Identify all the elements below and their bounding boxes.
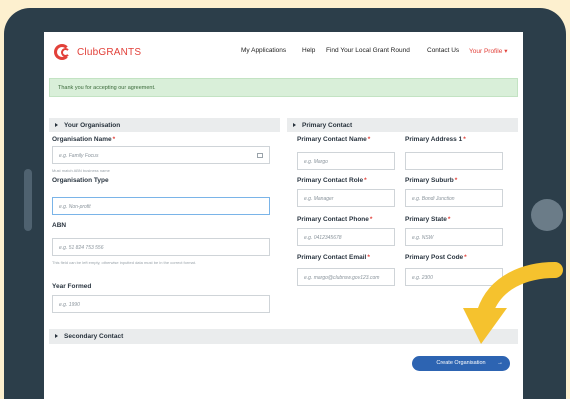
year-formed-input[interactable]: e.g. 1990 (52, 295, 270, 313)
nav-my-applications[interactable]: My Applications (241, 47, 286, 54)
primary-suburb-label: Primary Suburb* (405, 177, 458, 184)
primary-address-input[interactable] (405, 152, 503, 170)
organisation-name-input[interactable]: e.g. Family Focus (52, 146, 270, 164)
abn-help: This field can be left empty, otherwise … (52, 260, 196, 265)
clubgrants-logo[interactable]: ClubGRANTS (54, 44, 141, 60)
primary-contact-name-input[interactable]: e.g. Margo (297, 152, 395, 170)
primary-contact-phone-input[interactable]: e.g. 0412345678 (297, 228, 395, 246)
primary-contact-role-label: Primary Contact Role* (297, 177, 367, 184)
nav-your-profile[interactable]: Your Profile ▾ (469, 47, 507, 55)
chevron-right-icon (55, 123, 58, 128)
tablet-home-button[interactable] (531, 199, 563, 231)
primary-state-input[interactable]: e.g. NSW (405, 228, 503, 246)
primary-state-label: Primary State* (405, 216, 451, 223)
nav-help[interactable]: Help (302, 47, 315, 54)
abn-input[interactable]: e.g. 51 824 753 556 (52, 238, 270, 256)
create-organisation-button[interactable]: Create Organisation → (412, 356, 510, 371)
chevron-down-icon: ▾ (504, 48, 508, 55)
section-secondary-contact[interactable]: Secondary Contact (49, 329, 518, 344)
primary-suburb-input[interactable]: e.g. Bondi Junction (405, 189, 503, 207)
abn-label: ABN (52, 222, 67, 229)
screen: ClubGRANTS My Applications Help Find You… (44, 32, 523, 399)
organisation-name-label: Organisation Name* (52, 136, 116, 143)
organisation-name-help: Must match ABN business name (52, 168, 110, 173)
pointer-arrow-icon (463, 262, 563, 344)
top-navigation: ClubGRANTS My Applications Help Find You… (44, 32, 523, 72)
nav-contact-us[interactable]: Contact Us (427, 47, 459, 54)
primary-address-label: Primary Address 1* (405, 136, 466, 143)
section-primary-contact[interactable]: Primary Contact (287, 118, 518, 132)
organisation-type-input[interactable]: e.g. Non-profit (52, 197, 270, 215)
nav-find-grant-round[interactable]: Find Your Local Grant Round (326, 47, 410, 54)
logo-mark-icon (54, 44, 74, 60)
primary-contact-role-input[interactable]: e.g. Manager (297, 189, 395, 207)
calendar-icon (257, 153, 263, 158)
primary-contact-phone-label: Primary Contact Phone* (297, 216, 373, 223)
chevron-right-icon (55, 334, 58, 339)
year-formed-label: Year Formed (52, 283, 92, 290)
arrow-right-icon: → (497, 360, 503, 366)
primary-contact-email-label: Primary Contact Email* (297, 254, 370, 261)
logo-text: ClubGRANTS (77, 46, 142, 58)
chevron-right-icon (293, 123, 296, 128)
success-banner: Thank you for accepting our agreement. (49, 78, 518, 97)
primary-contact-email-input[interactable]: e.g. margo@clubnsw.gov123.com (297, 268, 395, 286)
primary-contact-name-label: Primary Contact Name* (297, 136, 371, 143)
tablet-side-bar (24, 169, 32, 231)
organisation-type-label: Organisation Type (52, 177, 109, 184)
section-your-organisation[interactable]: Your Organisation (49, 118, 280, 132)
primary-post-code-label: Primary Post Code* (405, 254, 467, 261)
